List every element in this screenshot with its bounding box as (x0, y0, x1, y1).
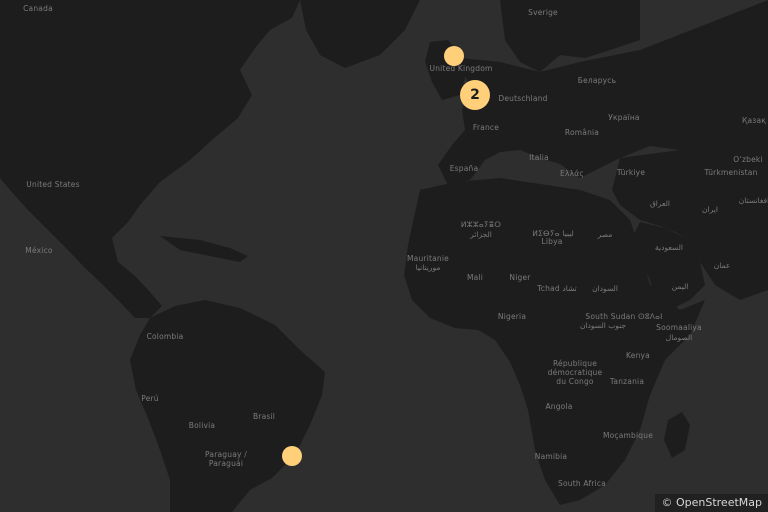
label-united-kingdom: United Kingdom (429, 64, 493, 73)
label-tanzania: Tanzania (609, 377, 645, 386)
label-yemen: اليمن (671, 282, 689, 291)
label-niger: Niger (509, 273, 531, 282)
map-marker-brazil[interactable] (282, 446, 302, 466)
greenland (300, 0, 420, 68)
label-south-africa: South Africa (558, 479, 606, 488)
label-canada: Canada (23, 4, 53, 13)
label-namibia: Namibia (534, 452, 568, 461)
gulf-islands (160, 236, 248, 262)
label-kazakh: Қазақ (741, 116, 767, 125)
label-misr: مصر (597, 230, 613, 239)
label-colombia: Colombia (146, 332, 184, 341)
label-mexico: México (25, 246, 53, 255)
label-belarus: Беларусь (577, 76, 617, 85)
map-marker-cluster[interactable]: 2 (460, 80, 490, 110)
label-espana: España (449, 164, 479, 173)
map-attribution: © OpenStreetMap (655, 494, 768, 512)
label-algeria-tifinagh: ⵍⵣⵣⴰⵢⴻⵔ (460, 220, 502, 229)
label-south-sudan: South Sudan ⵙⵓⴷⴰⵏ (585, 312, 663, 321)
madagascar (664, 412, 690, 458)
label-oman: عمان (713, 261, 731, 270)
openstreetmap-link[interactable]: OpenStreetMap (676, 496, 762, 509)
label-brasil: Brasil (252, 412, 276, 421)
label-mauritanie: Mauritanie (407, 254, 449, 263)
label-paraguay: Paraguay / Paraguái (205, 450, 247, 468)
label-sudan: السودان (592, 284, 618, 293)
label-nigeria: Nigeria (497, 312, 527, 321)
label-saudi: السعودية (654, 243, 684, 252)
label-deutschland: Deutschland (498, 94, 548, 103)
label-mauritanie-ar: موريتانيا (415, 263, 441, 272)
label-ellada: Ελλάς (560, 169, 584, 178)
label-kenya: Kenya (626, 351, 650, 360)
label-united-states: United States (26, 180, 80, 189)
label-tchad: Tchad تشاد (537, 284, 577, 293)
label-somalia: Soomaaliya (656, 323, 702, 332)
label-france: France (472, 123, 500, 132)
label-somalia-ar: الصومال (665, 333, 693, 342)
label-south-sudan-ar: جنوب السودان (579, 321, 627, 330)
label-algeria-ar: الجزائر (470, 230, 492, 239)
label-libya: Libya (541, 237, 563, 246)
map-canvas[interactable]: Canada Sverige United Kingdom Беларусь D… (0, 0, 768, 512)
label-rdc: République démocratique du Congo (547, 359, 603, 386)
label-uzbekiston: O‘zbeki (733, 155, 763, 164)
label-turkmenistan: Türkmenistan (704, 168, 758, 177)
label-bolivia: Bolivia (188, 421, 216, 430)
label-ukraina: Україна (608, 113, 640, 122)
label-iran: ایران (702, 205, 718, 214)
label-turkiye: Türkiye (616, 168, 646, 177)
label-mocambique: Moçambique (602, 431, 654, 440)
label-romania: România (564, 128, 600, 137)
label-peru: Perú (141, 394, 159, 403)
map-marker-uk[interactable] (444, 46, 464, 66)
north-america (0, 0, 300, 318)
copyright-symbol: © (661, 496, 673, 509)
label-iraq: العراق (649, 199, 671, 208)
label-sverige: Sverige (528, 8, 558, 17)
label-italia: Italia (529, 153, 549, 162)
label-afghanistan: افغانستان (738, 196, 768, 205)
label-angola: Angola (545, 402, 573, 411)
label-mali: Mali (466, 273, 484, 282)
